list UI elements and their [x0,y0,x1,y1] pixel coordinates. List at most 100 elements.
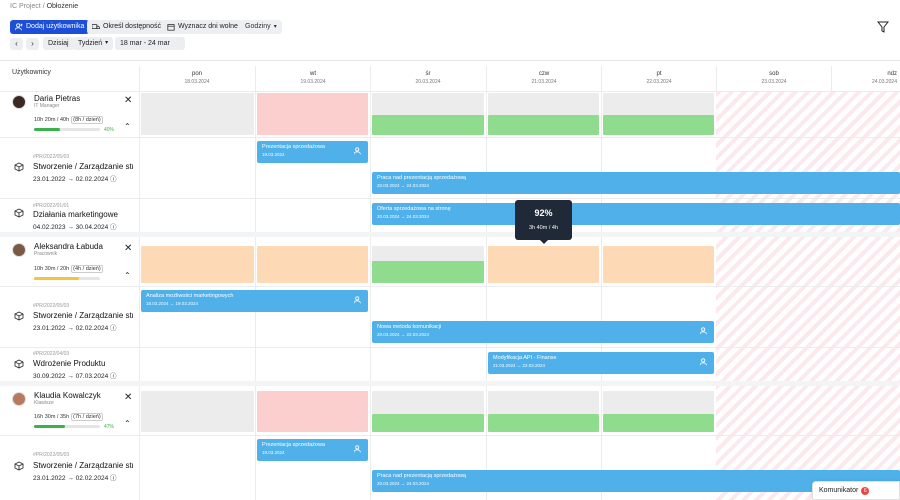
task-end: 07.03.2024 [75,373,109,380]
task-bar[interactable]: Prezentacja sprzedażowa 19.03.2024 [257,141,368,163]
day-date: 20.03.2024 [415,79,441,85]
load-cell-ok[interactable] [372,115,484,135]
day-header-mon: pon 18.03.2024 [139,70,255,86]
close-icon[interactable]: ✕ [124,244,132,254]
task-end: 02.02.2024 [75,176,109,183]
task-bar[interactable]: Praca nad prezentacją sprzedażową 20.03.2… [372,172,900,194]
user-hours-value: 10h 20m / 40h [34,117,70,123]
load-cell[interactable] [141,93,254,135]
user-per-day: (7h / dzień) [71,413,103,421]
next-week-button[interactable]: › [26,38,39,50]
user-per-day: (4h / dzień) [71,265,103,273]
assign-user-icon[interactable] [700,327,708,335]
close-icon[interactable]: ✕ [124,96,132,106]
user-progress-fill [34,277,79,280]
hours-dropdown[interactable]: Godziny ▾ [240,20,282,34]
day-header-wed: śr 20.03.2024 [370,70,486,86]
today-button[interactable]: Dzisiaj [43,37,74,50]
chevron-left-icon: ‹ [15,39,18,48]
load-cell-ok[interactable] [603,414,714,432]
avatar [12,95,26,109]
prev-week-button[interactable]: ‹ [10,38,23,50]
task-name[interactable]: Wdrożenie Produktu [33,359,133,368]
task-name[interactable]: Stworzenie / Zarządzanie str... [33,461,133,470]
load-cell-overloaded[interactable] [257,93,368,135]
user-hours: 10h 20m / 40h (8h / dzień) [34,116,103,124]
close-icon[interactable]: ✕ [124,393,132,403]
task-bar[interactable]: Nowa metoda komunikacji 20.03.2024 → 22.0… [372,321,714,343]
breadcrumb-separator: / [42,3,45,10]
date-range-field[interactable]: 18 mar - 24 mar [115,37,185,50]
breadcrumb-current: Obłożenie [46,3,79,10]
user-hours: 16h 30m / 35h (7h / dzień) [34,413,103,421]
task-end: 02.02.2024 [75,475,109,482]
days-off-button[interactable]: Wyznacz dni wolne [162,20,243,34]
assign-user-icon[interactable] [354,445,362,453]
info-icon: ⓘ [110,373,117,380]
availability-button[interactable]: Określ dostępność [87,20,166,34]
task-dates: 30.09.2022 → 07.03.2024 ⓘ [33,373,117,380]
view-select[interactable]: Tydzień ▾ [73,37,114,50]
breadcrumb: IC Project / Obłożenie [10,3,78,10]
task-bar-dates: 18.03.2024 → 19.03.2024 [146,301,199,306]
breadcrumb-project[interactable]: IC Project [10,3,41,10]
user-role: IT Manager [34,103,60,109]
task-dates: 04.02.2023 → 30.04.2024 ⓘ [33,224,117,231]
chevron-up-icon[interactable]: ⌃ [124,419,131,428]
load-cell-overloaded[interactable] [257,391,368,432]
add-user-icon [15,23,23,31]
row-divider [0,198,900,199]
chevron-up-icon[interactable]: ⌃ [124,122,131,131]
load-cell-ok[interactable] [488,414,599,432]
task-start: 23.01.2022 [33,475,66,482]
user-percent: 47% [104,424,115,430]
day-header-fri: pt 22.03.2024 [601,70,717,86]
task-bar[interactable]: Analiza możliwości marketingowych 18.03.2… [141,290,368,312]
load-cell-free [372,246,484,261]
assign-user-icon[interactable] [354,296,362,304]
load-tooltip: 92% 3h 40m / 4h [515,200,572,244]
load-cell-free [603,93,714,115]
day-header-thu: czw 21.03.2024 [486,70,602,86]
load-cell-busy[interactable] [141,246,254,283]
truck-icon [92,24,100,29]
view-label: Tydzień [78,40,103,47]
task-bar-dates: 20.03.2024 → 22.03.2024 [377,332,430,337]
chevron-up-icon[interactable]: ⌃ [124,271,131,280]
box-icon [14,359,24,369]
task-bar[interactable]: Modyfikacja API - Finanse 21.03.2024 → 22… [488,352,714,374]
load-cell-busy[interactable] [603,246,714,283]
task-bar-title: Oferta sprzedażowa na stronę [377,206,451,212]
row-divider [0,435,900,436]
user-per-day: (8h / dzień) [71,116,103,124]
task-name[interactable]: Działania marketingowe [33,210,133,219]
load-cell-busy[interactable] [257,246,368,283]
assign-user-icon[interactable] [700,358,708,366]
messenger-label: Komunikator [819,487,859,494]
day-name: pt [656,71,662,77]
task-bar[interactable]: Oferta sprzedażowa na stronę 20.03.2024 →… [372,203,900,225]
messenger-button[interactable]: Komunikator 6 [812,481,900,500]
task-end: 02.02.2024 [75,325,109,332]
load-cell-free [488,93,599,115]
day-name: sob [769,71,779,77]
user-name: Aleksandra Łabuda [34,242,103,251]
load-cell-free [603,391,714,414]
add-user-button[interactable]: Dodaj użytkownika [10,20,90,34]
task-bar-dates: 20.03.2024 → 24.03.2024 [377,183,430,188]
load-cell-free [372,93,484,115]
task-code: #PR/2022/05/03 [33,154,70,160]
load-cell[interactable] [141,391,254,432]
load-cell-busy[interactable] [488,246,599,283]
load-cell-ok[interactable] [372,414,484,432]
assign-user-icon[interactable] [354,147,362,155]
load-cell-ok[interactable] [603,115,714,135]
load-cell-ok[interactable] [488,115,599,135]
day-header-tue: wt 19.03.2024 [255,70,371,86]
day-name: wt [310,71,316,77]
task-bar[interactable]: Prezentacja sprzedażowa 19.03.2024 [257,439,368,461]
filter-icon[interactable] [877,21,889,33]
task-name[interactable]: Stworzenie / Zarządzanie str... [33,162,133,171]
load-cell-ok[interactable] [372,261,484,283]
task-name[interactable]: Stworzenie / Zarządzanie str... [33,311,133,320]
